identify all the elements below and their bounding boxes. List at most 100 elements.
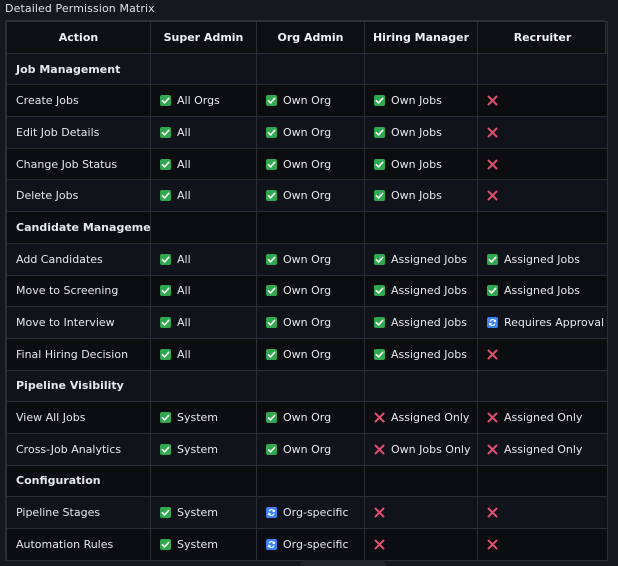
table-row: Cross-Job Analytics System Own Org Own Jobs… xyxy=(6,432,608,466)
permission-text: Own Jobs xyxy=(391,94,442,108)
action-label: Edit Job Details xyxy=(6,116,151,149)
table-row: Change Job Status All Own Org Own Jobs xyxy=(6,147,608,181)
permission-text: Own Org xyxy=(283,189,332,203)
permission-cell: Org-specific xyxy=(256,528,365,561)
approval-icon xyxy=(266,507,277,519)
check-icon xyxy=(487,285,498,297)
permission-cell xyxy=(364,528,478,561)
permission-text: Own Org xyxy=(283,347,332,361)
section-empty-cell xyxy=(256,369,365,403)
permission-cell: Own Org xyxy=(256,274,365,308)
column-header-super-admin: Super Admin xyxy=(150,21,257,54)
section-empty-cell xyxy=(150,211,257,244)
permission-text: System xyxy=(177,442,219,456)
section-empty-cell xyxy=(150,464,257,498)
permission-cell xyxy=(477,528,608,561)
cross-icon xyxy=(487,190,498,201)
check-icon xyxy=(160,253,171,265)
permission-text: Assigned Only xyxy=(391,411,470,425)
permission-text: Own Org xyxy=(283,94,332,108)
cross-icon xyxy=(374,412,385,423)
cross-icon xyxy=(487,412,498,423)
permission-cell: Own Org xyxy=(256,432,365,466)
check-icon xyxy=(266,443,277,455)
cross-icon xyxy=(487,159,498,170)
matrix-title: Detailed Permission Matrix xyxy=(5,2,155,15)
check-icon xyxy=(374,317,385,329)
permission-text: Assigned Jobs xyxy=(504,284,580,298)
section-empty-cell xyxy=(256,464,365,498)
permission-cell xyxy=(477,84,608,118)
cross-icon xyxy=(487,95,498,106)
table-row: Automation Rules System Org-specific xyxy=(6,528,608,561)
check-icon xyxy=(160,285,171,297)
check-icon xyxy=(160,412,171,424)
permission-cell: All Orgs xyxy=(150,84,257,118)
permission-cell: Assigned Only xyxy=(477,401,608,434)
permission-cell: Own Org xyxy=(256,84,365,118)
cross-icon xyxy=(487,127,498,138)
check-icon xyxy=(160,317,171,329)
permission-cell xyxy=(477,179,608,213)
permission-text: All xyxy=(177,252,191,266)
section-empty-cell xyxy=(364,464,478,498)
section-empty-cell xyxy=(256,211,365,244)
permission-cell: Assigned Only xyxy=(477,432,608,466)
cross-icon xyxy=(374,444,385,455)
permission-cell: Own Org xyxy=(256,337,365,371)
table-row: Add Candidates All Own Org Assigned Jobs Ass… xyxy=(6,242,608,276)
check-icon xyxy=(266,253,277,265)
permission-cell: Own Org xyxy=(256,179,365,213)
section-empty-cell xyxy=(364,211,478,244)
check-icon xyxy=(374,95,385,107)
permission-cell: Own Org xyxy=(256,401,365,434)
table-row: Move to Interview All Own Org Assigned Jobs… xyxy=(6,306,608,339)
section-empty-cell xyxy=(477,52,608,86)
permission-cell: Assigned Jobs xyxy=(364,274,478,308)
permission-cell: Own Org xyxy=(256,116,365,149)
action-label: Pipeline Stages xyxy=(6,496,151,529)
section-row: Pipeline Visibility xyxy=(6,369,608,403)
section-row: Job Management xyxy=(6,52,608,86)
permission-text: Assigned Jobs xyxy=(504,252,580,266)
permission-cell xyxy=(477,116,608,149)
check-icon xyxy=(160,507,171,519)
permission-text: Own Jobs xyxy=(391,157,442,171)
table-row: Pipeline Stages System Org-specific xyxy=(6,496,608,529)
permission-cell: Assigned Only xyxy=(364,401,478,434)
permission-text: Own Org xyxy=(283,442,332,456)
approval-icon xyxy=(266,538,277,550)
permission-text: Own Jobs xyxy=(391,125,442,139)
permission-cell: Own Jobs xyxy=(364,84,478,118)
permission-cell: All xyxy=(150,337,257,371)
check-icon xyxy=(266,412,277,424)
check-icon xyxy=(374,126,385,138)
permission-text: Own Org xyxy=(283,157,332,171)
check-icon xyxy=(160,348,171,360)
check-icon xyxy=(266,95,277,107)
permission-text: Org-specific xyxy=(283,537,349,551)
table-row: View All Jobs System Own Org Assigned Only A… xyxy=(6,401,608,434)
table-row: Delete Jobs All Own Org Own Jobs xyxy=(6,179,608,213)
check-icon xyxy=(374,285,385,297)
action-label: Create Jobs xyxy=(6,84,151,118)
permission-cell: Requires Approval xyxy=(477,306,608,339)
permission-text: All xyxy=(177,316,191,330)
column-header-recruiter: Recruiter xyxy=(477,21,608,54)
section-empty-cell xyxy=(364,369,478,403)
permission-text: Assigned Only xyxy=(504,411,583,425)
check-icon xyxy=(266,317,277,329)
check-icon xyxy=(160,158,171,170)
action-label: Automation Rules xyxy=(6,528,151,561)
check-icon xyxy=(374,190,385,202)
permission-cell: Own Jobs xyxy=(364,147,478,181)
horizontal-scrollbar[interactable] xyxy=(300,560,386,566)
permission-text: Assigned Jobs xyxy=(391,252,467,266)
permission-matrix-table: Action Super Admin Org Admin Hiring Mana… xyxy=(5,20,608,561)
table-row: Final Hiring Decision All Own Org Assigned … xyxy=(6,337,608,371)
permission-cell: System xyxy=(150,401,257,434)
header-row: Action Super Admin Org Admin Hiring Mana… xyxy=(6,21,608,54)
check-icon xyxy=(266,285,277,297)
permission-text: Own Org xyxy=(283,284,332,298)
check-icon xyxy=(160,126,171,138)
